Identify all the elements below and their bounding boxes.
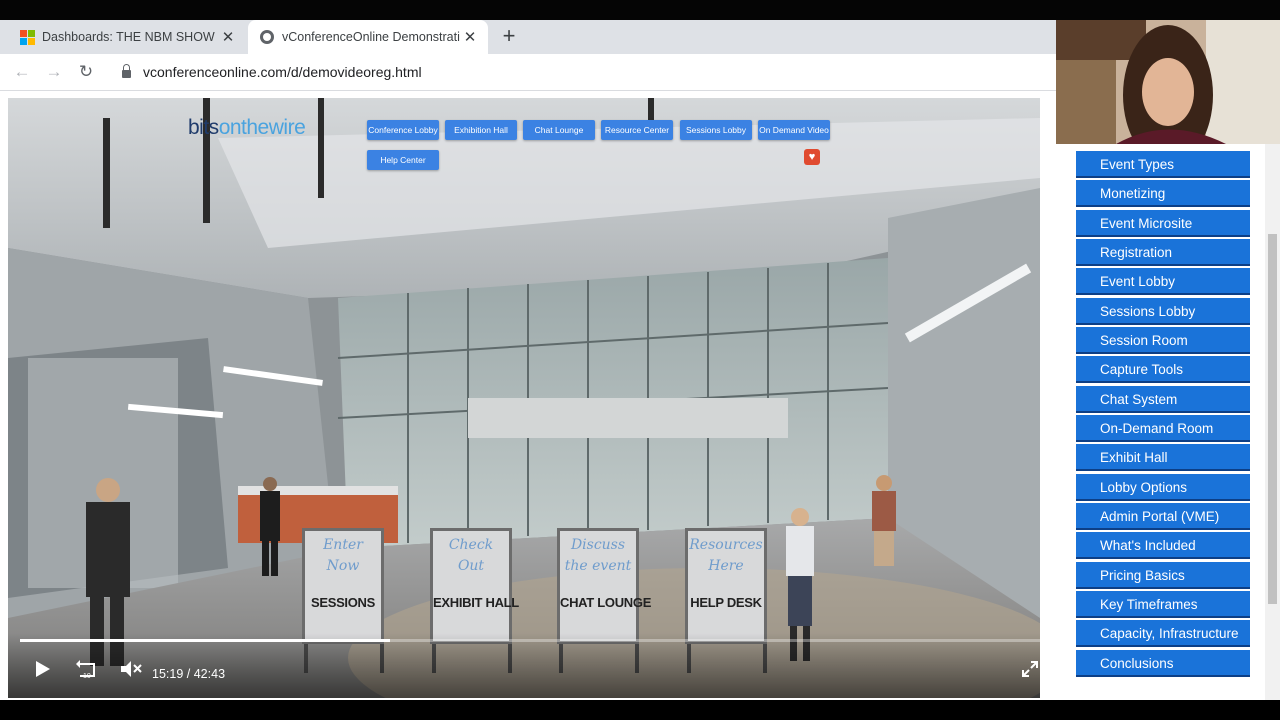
menu-item-event-microsite[interactable]: Event Microsite (1076, 210, 1250, 237)
globe-icon (260, 30, 274, 44)
vnav-chat-lounge[interactable]: Chat Lounge (523, 120, 595, 140)
rewind-10-icon[interactable]: 10 (76, 658, 98, 680)
heart-icon[interactable]: ♥ (804, 149, 820, 165)
sign-sessions[interactable]: Enter Now SESSIONS (302, 528, 384, 644)
menu-item-session-room[interactable]: Session Room (1076, 327, 1250, 354)
fullscreen-icon[interactable] (1022, 661, 1038, 677)
sign-handwriting: Check Out (448, 537, 494, 574)
sign-label: HELP DESK (690, 595, 762, 610)
close-tab-icon[interactable]: ✕ (460, 28, 480, 46)
logo-text-2: onthewire (218, 116, 306, 139)
menu-item-conclusions[interactable]: Conclusions (1076, 650, 1250, 677)
menu-item-pricing-basics[interactable]: Pricing Basics (1076, 562, 1250, 589)
sign-exhibit-hall[interactable]: Check Out EXHIBIT HALL (430, 528, 519, 644)
virtual-lobby-scene (8, 98, 1040, 698)
back-arrow-icon[interactable]: ← (10, 60, 34, 84)
sign-help-desk[interactable]: Resources Here HELP DESK (685, 528, 767, 644)
vnav-exhibition-hall[interactable]: Exhibition Hall (445, 120, 517, 140)
progress-fill (20, 639, 391, 642)
menu-item-chat-system[interactable]: Chat System (1076, 386, 1250, 413)
sign-handwriting: Discuss the event (564, 537, 632, 574)
sign-label: SESSIONS (310, 595, 376, 610)
menu-item-event-types[interactable]: Event Types (1076, 151, 1250, 178)
reload-icon[interactable]: ↻ (74, 60, 98, 84)
address-bar[interactable]: vconferenceonline.com/d/demovideoreg.htm… (108, 58, 1048, 86)
sign-handwriting: Enter Now (323, 537, 363, 574)
close-tab-icon[interactable]: ✕ (218, 28, 238, 46)
lock-icon (122, 64, 131, 78)
menu-item-whats-included[interactable]: What's Included (1076, 532, 1250, 559)
browser-toolbar: ← → ↻ vconferenceonline.com/d/demovideor… (0, 54, 1056, 91)
svg-text:10: 10 (83, 673, 91, 680)
microsoft-icon (20, 30, 35, 45)
tab-dashboards[interactable]: Dashboards: THE NBM SHOW - M ✕ (8, 20, 246, 54)
duration: 42:43 (193, 667, 226, 681)
video-time: 15:19 / 42:43 (152, 667, 225, 681)
bitsonthewire-logo: bitsonthewire (188, 116, 306, 140)
menu-item-admin-portal[interactable]: Admin Portal (VME) (1076, 503, 1250, 530)
sign-label: CHAT LOUNGE (560, 595, 652, 610)
menu-item-capture-tools[interactable]: Capture Tools (1076, 356, 1250, 383)
vnav-on-demand-video[interactable]: On Demand Video (758, 120, 830, 140)
sidebar-scrollbar[interactable] (1265, 144, 1280, 700)
current-time: 15:19 (152, 667, 184, 681)
webcam-feed (1056, 20, 1280, 144)
vnav-resource-center[interactable]: Resource Center (601, 120, 673, 140)
sign-handwriting: Resources Here (689, 537, 763, 574)
menu-item-registration[interactable]: Registration (1076, 239, 1250, 266)
time-separator: / (186, 667, 191, 681)
sidebar-menu: Event Types Monetizing Event Microsite R… (1056, 144, 1280, 700)
video-player[interactable]: bitsonthewire Conference Lobby Exhibitio… (8, 98, 1040, 698)
vnav-conference-lobby[interactable]: Conference Lobby (367, 120, 439, 140)
tab-bar: Dashboards: THE NBM SHOW - M ✕ vConferen… (0, 20, 1056, 54)
menu-item-monetizing[interactable]: Monetizing (1076, 180, 1250, 207)
menu-item-lobby-options[interactable]: Lobby Options (1076, 474, 1250, 501)
menu-item-on-demand-room[interactable]: On-Demand Room (1076, 415, 1250, 442)
tab-title: Dashboards: THE NBM SHOW - M (42, 30, 218, 44)
page-content: bitsonthewire Conference Lobby Exhibitio… (0, 91, 1056, 700)
logo-text-1: bits (188, 116, 219, 139)
url-text: vconferenceonline.com/d/demovideoreg.htm… (143, 64, 422, 80)
play-icon[interactable] (34, 659, 52, 679)
vnav-help-center[interactable]: Help Center (367, 150, 439, 170)
top-black-strip (0, 0, 1280, 20)
presenter-video (1056, 20, 1280, 144)
menu-item-key-timeframes[interactable]: Key Timeframes (1076, 591, 1250, 618)
mute-icon[interactable] (120, 660, 142, 678)
browser-window: Dashboards: THE NBM SHOW - M ✕ vConferen… (0, 20, 1056, 700)
progress-bar[interactable] (20, 639, 1040, 642)
sign-chat-lounge[interactable]: Discuss the event CHAT LOUNGE (557, 528, 652, 644)
menu-item-sessions-lobby[interactable]: Sessions Lobby (1076, 298, 1250, 325)
tab-vconference[interactable]: vConferenceOnline Demonstratio ✕ (248, 20, 488, 54)
menu-item-capacity-infrastructure[interactable]: Capacity, Infrastructure (1076, 620, 1250, 647)
sign-label: EXHIBIT HALL (433, 595, 519, 610)
video-controls: 10 15:19 / 42:43 (8, 633, 1040, 698)
vnav-sessions-lobby[interactable]: Sessions Lobby (680, 120, 752, 140)
menu-item-event-lobby[interactable]: Event Lobby (1076, 268, 1250, 295)
bottom-black-strip (0, 700, 1280, 720)
menu-item-exhibit-hall[interactable]: Exhibit Hall (1076, 444, 1250, 471)
forward-arrow-icon[interactable]: → (42, 60, 66, 84)
tab-title: vConferenceOnline Demonstratio (282, 30, 460, 44)
new-tab-button[interactable]: + (498, 24, 520, 50)
scrollbar-thumb[interactable] (1268, 234, 1277, 604)
